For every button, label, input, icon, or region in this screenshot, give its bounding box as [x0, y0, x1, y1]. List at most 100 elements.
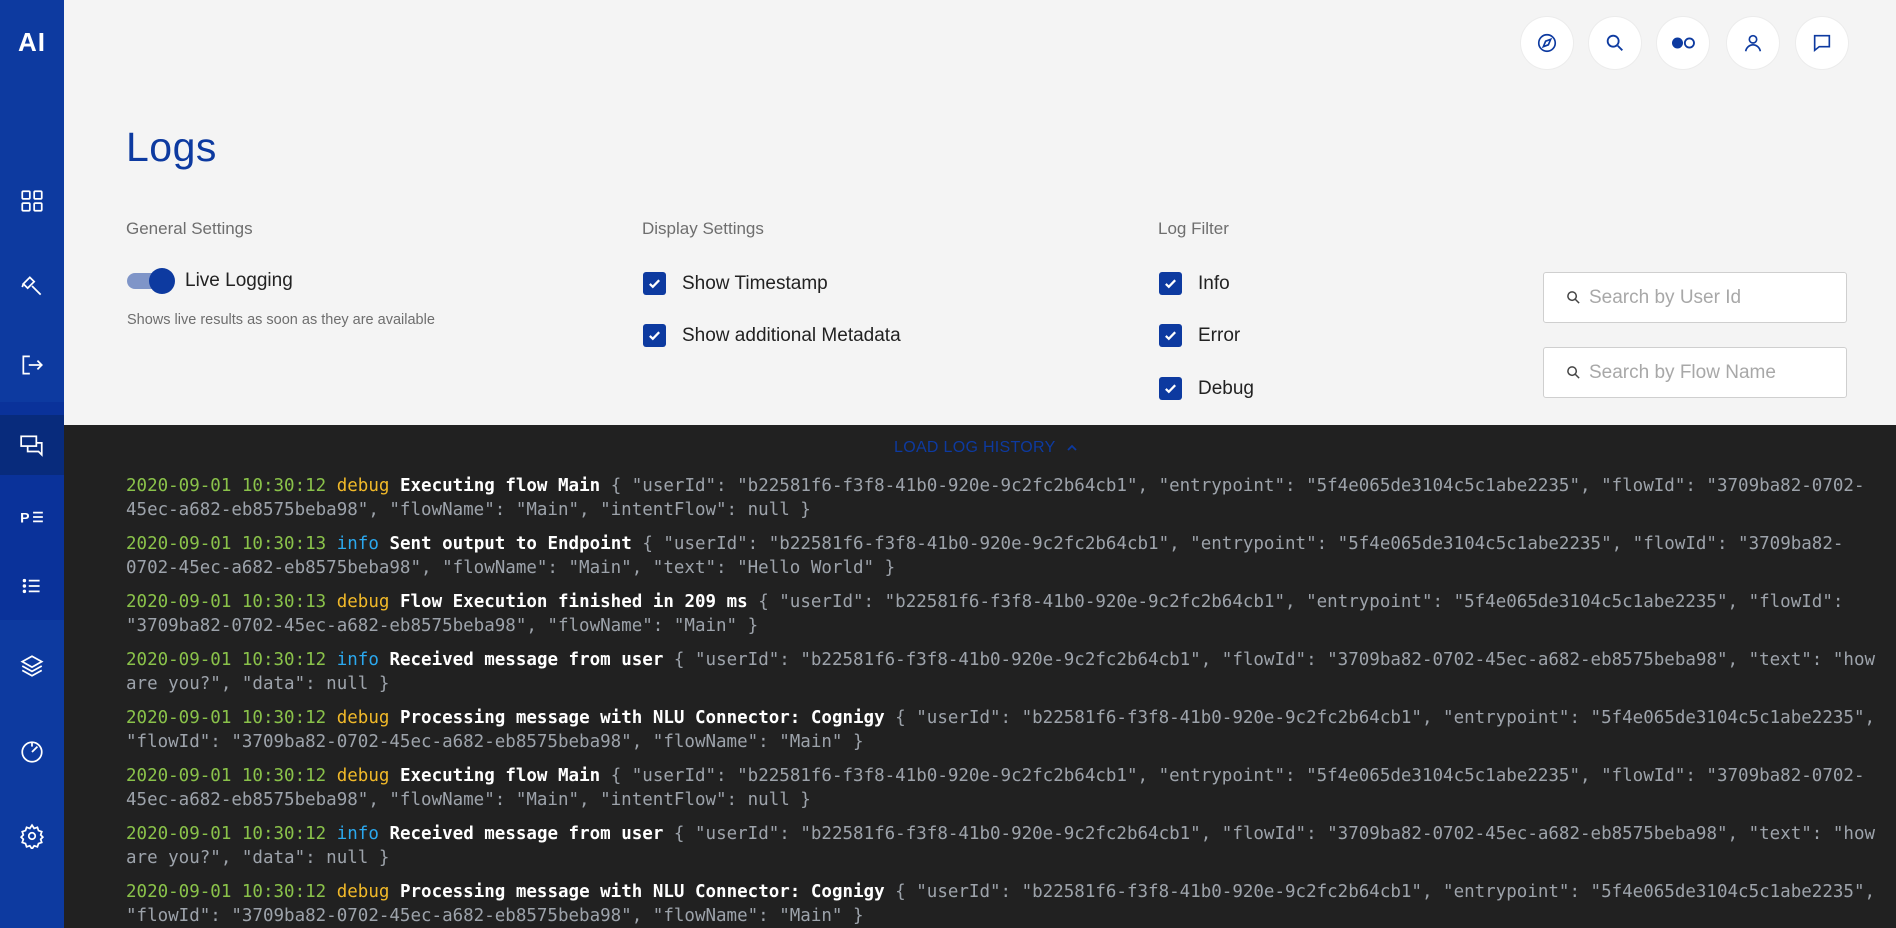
settings-icon — [19, 823, 45, 849]
compass-button[interactable] — [1521, 17, 1573, 69]
log-message: Received message from user — [389, 824, 664, 844]
flow-name-search — [1543, 347, 1847, 398]
checkmark-icon — [649, 279, 660, 289]
mode-toggle-button[interactable] — [1657, 17, 1709, 69]
show-timestamp-checkbox[interactable]: Show Timestamp — [643, 272, 828, 295]
log-timestamp: 2020-09-01 10:30:12 — [126, 476, 327, 496]
conversations-icon — [20, 435, 43, 457]
log-metadata: { "userId": "b22581f6-f3f8-41b0-920e-9c2… — [126, 882, 1876, 926]
log-timestamp: 2020-09-01 10:30:12 — [126, 882, 327, 902]
log-lines: 2020-09-01 10:30:12 debug Executing flow… — [126, 475, 1886, 928]
sidebar-item-profiles[interactable]: P — [0, 487, 64, 547]
log-level: info — [336, 534, 379, 554]
analytics-icon — [21, 741, 43, 763]
show-metadata-checkbox[interactable]: Show additional Metadata — [643, 324, 901, 347]
search-icon — [1606, 34, 1623, 51]
checkbox-box — [1159, 377, 1182, 400]
sidebar-item-list[interactable] — [0, 556, 64, 616]
filter-info-label: Info — [1198, 272, 1230, 294]
sidebar-item-layers[interactable] — [0, 636, 64, 696]
log-message: Received message from user — [389, 650, 664, 670]
user-id-search — [1543, 272, 1847, 323]
log-line: 2020-09-01 10:30:12 debug Executing flow… — [126, 765, 1886, 812]
filter-error-label: Error — [1198, 324, 1241, 346]
log-line: 2020-09-01 10:30:12 debug Executing flow… — [126, 475, 1886, 522]
search-icon — [1567, 366, 1580, 379]
logo-text: AI — [18, 26, 46, 57]
load-log-history-button[interactable]: LOAD LOG HISTORY — [894, 439, 1078, 457]
log-metadata: { "userId": "b22581f6-f3f8-41b0-920e-9c2… — [126, 534, 1844, 578]
log-line: 2020-09-01 10:30:12 debug Processing mes… — [126, 707, 1886, 754]
live-logging-toggle[interactable] — [127, 268, 175, 294]
log-line: 2020-09-01 10:30:13 info Sent output to … — [126, 533, 1886, 580]
sidebar-item-build[interactable] — [0, 256, 64, 316]
toggle-knob — [149, 268, 175, 294]
sidebar-item-settings[interactable] — [0, 806, 64, 866]
log-line: 2020-09-01 10:30:12 debug Processing mes… — [126, 881, 1886, 928]
profiles-icon: P — [20, 509, 43, 525]
show-metadata-label: Show additional Metadata — [682, 324, 901, 346]
search-icon — [1567, 291, 1580, 304]
filter-info-checkbox[interactable]: Info — [1159, 272, 1230, 295]
chevron-up-icon — [1066, 444, 1077, 451]
chat-icon — [1813, 34, 1831, 53]
sidebar: AI P — [0, 0, 64, 928]
checkbox-box — [1159, 272, 1182, 295]
search-flow-name-input[interactable] — [1589, 361, 1839, 384]
toggle-dots-icon — [1672, 37, 1695, 49]
layers-icon — [20, 655, 44, 677]
log-timestamp: 2020-09-01 10:30:12 — [126, 766, 327, 786]
checkbox-box — [1159, 324, 1182, 347]
log-timestamp: 2020-09-01 10:30:13 — [126, 534, 327, 554]
show-timestamp-label: Show Timestamp — [682, 272, 828, 294]
log-message: Sent output to Endpoint — [389, 534, 632, 554]
svg-text:P: P — [20, 509, 29, 525]
filter-error-checkbox[interactable]: Error — [1159, 324, 1240, 347]
log-timestamp: 2020-09-01 10:30:13 — [126, 592, 327, 612]
filter-debug-checkbox[interactable]: Debug — [1159, 377, 1254, 400]
log-panel: LOAD LOG HISTORY 2020-09-01 10:30:12 deb… — [64, 425, 1896, 928]
compass-icon — [1537, 33, 1557, 53]
checkmark-icon — [1165, 331, 1176, 341]
checkbox-box — [643, 272, 666, 295]
log-message: Executing flow Main — [399, 476, 601, 496]
log-message: Processing message with NLU Connector: C… — [399, 882, 885, 902]
log-metadata: { "userId": "b22581f6-f3f8-41b0-920e-9c2… — [126, 708, 1876, 752]
log-timestamp: 2020-09-01 10:30:12 — [126, 824, 327, 844]
sidebar-item-dashboard[interactable] — [0, 171, 64, 231]
log-level: debug — [336, 766, 390, 786]
checkmark-icon — [1165, 384, 1176, 394]
log-level: debug — [336, 592, 390, 612]
log-line: 2020-09-01 10:30:12 info Received messag… — [126, 823, 1886, 870]
log-line: 2020-09-01 10:30:12 info Received messag… — [126, 649, 1886, 696]
deploy-icon — [22, 355, 43, 375]
header-search-button[interactable] — [1589, 17, 1641, 69]
checkbox-box — [643, 324, 666, 347]
load-log-history-label: LOAD LOG HISTORY — [894, 439, 1056, 456]
log-level: info — [336, 650, 379, 670]
sidebar-item-conversations[interactable] — [0, 415, 64, 475]
checkmark-icon — [649, 331, 660, 341]
checkmark-icon — [1165, 279, 1176, 289]
filter-debug-label: Debug — [1198, 377, 1254, 399]
page-title: Logs — [126, 124, 217, 170]
live-logging-help-text: Shows live results as soon as they are a… — [127, 312, 435, 328]
log-level: info — [336, 824, 379, 844]
log-line: 2020-09-01 10:30:13 debug Flow Execution… — [126, 591, 1886, 638]
log-level: debug — [336, 882, 390, 902]
general-settings-label: General Settings — [126, 219, 253, 238]
user-profile-button[interactable] — [1727, 17, 1779, 69]
log-level: debug — [336, 708, 390, 728]
log-message: Executing flow Main — [399, 766, 601, 786]
log-message: Flow Execution finished in 209 ms — [399, 592, 748, 612]
log-filter-label: Log Filter — [1158, 219, 1229, 238]
log-timestamp: 2020-09-01 10:30:12 — [126, 708, 327, 728]
log-timestamp: 2020-09-01 10:30:12 — [126, 650, 327, 670]
sidebar-item-deploy[interactable] — [0, 335, 64, 395]
dashboard-icon — [21, 190, 43, 212]
search-user-id-input[interactable] — [1589, 286, 1839, 309]
app-logo[interactable]: AI — [0, 20, 64, 64]
log-level: debug — [336, 476, 390, 496]
sidebar-item-analytics[interactable] — [0, 722, 64, 782]
chat-button[interactable] — [1796, 17, 1848, 69]
